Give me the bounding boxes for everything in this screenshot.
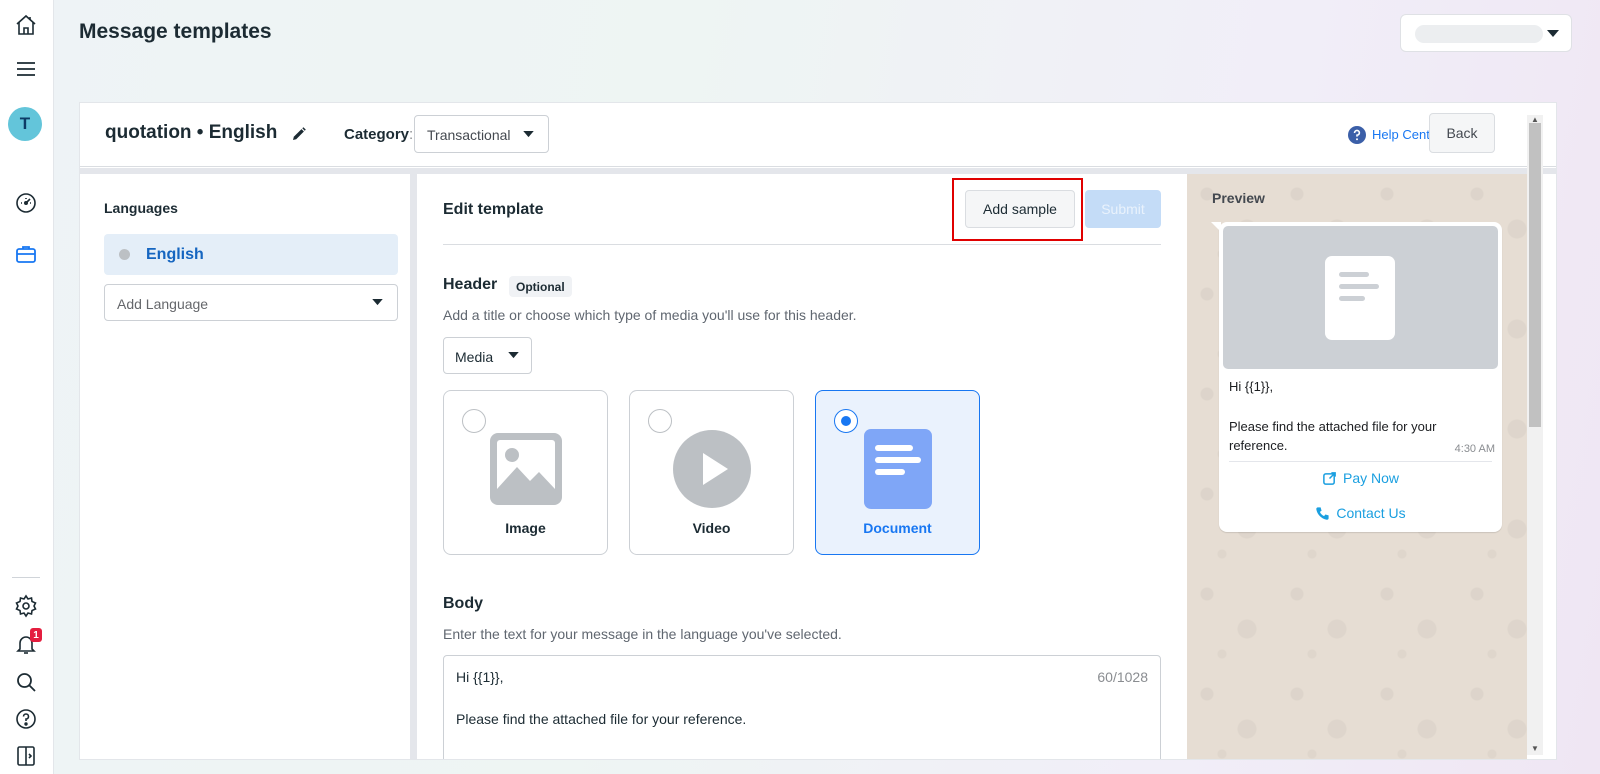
pay-now-label: Pay Now <box>1342 470 1400 486</box>
scroll-down-arrow[interactable]: ▼ <box>1531 744 1539 753</box>
media-option-label: Video <box>692 520 731 536</box>
panel-toggle-icon[interactable] <box>10 740 42 772</box>
add-language-select[interactable]: Add Language <box>104 284 398 321</box>
external-link-icon <box>1323 471 1336 485</box>
pay-now-button[interactable]: Pay Now <box>1219 470 1502 486</box>
edit-template-title: Edit template <box>443 201 544 218</box>
image-icon <box>490 433 562 505</box>
preview-message: Please find the attached file for your r… <box>1229 419 1437 453</box>
media-option-label: Image <box>505 520 546 536</box>
category-label: Category: <box>344 126 414 143</box>
phone-icon <box>1316 506 1329 520</box>
scroll-thumb[interactable] <box>1529 123 1541 427</box>
pencil-icon[interactable] <box>291 126 307 142</box>
body-text-line: Hi {{1}}, <box>456 669 504 685</box>
preview-timestamp: 4:30 AM <box>1454 443 1495 455</box>
caret-down-icon <box>1547 30 1559 37</box>
category-value: Transactional <box>427 127 511 143</box>
help-icon[interactable] <box>10 703 42 735</box>
template-topbar: quotation • English Category: Transactio… <box>80 103 1556 167</box>
media-option-video[interactable]: Video <box>629 390 794 555</box>
optional-badge: Optional <box>509 276 572 297</box>
message-bubble: Hi {{1}}, Please find the attached file … <box>1219 222 1502 532</box>
back-button[interactable]: Back <box>1429 113 1495 153</box>
caret-down-icon <box>523 131 534 138</box>
page-title: Message templates <box>79 20 272 43</box>
status-dot <box>119 249 130 260</box>
body-text-line: Please find the attached file for your r… <box>456 711 747 727</box>
body-textarea[interactable]: Hi {{1}}, Please find the attached file … <box>443 655 1161 759</box>
template-name: quotation • English <box>105 122 278 143</box>
media-option-document[interactable]: Document <box>815 390 980 555</box>
document-icon <box>864 429 932 509</box>
body-section-label: Body <box>443 595 483 612</box>
rail-divider <box>12 577 40 578</box>
header-type-value: Media <box>455 349 494 365</box>
account-selector[interactable] <box>1400 14 1572 52</box>
category-select[interactable]: Transactional <box>414 115 549 153</box>
media-option-image[interactable]: Image <box>443 390 608 555</box>
edit-divider <box>443 244 1161 245</box>
notification-badge: 1 <box>30 628 42 642</box>
header-description: Add a title or choose which type of medi… <box>443 307 857 323</box>
contact-us-button[interactable]: Contact Us <box>1219 505 1502 521</box>
preview-panel: Preview Hi {{1}}, Please find the attach… <box>1187 174 1527 759</box>
language-item-english[interactable]: English <box>104 234 398 275</box>
contact-us-label: Contact Us <box>1336 505 1406 521</box>
avatar[interactable]: T <box>8 107 42 141</box>
play-icon <box>673 430 751 508</box>
dashboard-icon[interactable] <box>10 187 42 219</box>
edit-template-panel: Edit template Add sample Submit Header O… <box>417 174 1187 759</box>
template-editor-card: quotation • English Category: Transactio… <box>79 102 1557 760</box>
document-header-preview <box>1223 226 1498 369</box>
char-count: 60/1028 <box>1097 669 1148 685</box>
header-section-label: Header <box>443 276 498 293</box>
highlight-box <box>952 178 1083 241</box>
media-option-label: Document <box>863 520 932 536</box>
home-icon[interactable] <box>10 9 42 41</box>
preview-greeting: Hi {{1}}, <box>1229 379 1274 394</box>
add-language-placeholder: Add Language <box>117 296 209 312</box>
left-nav-rail: T 1 <box>0 0 54 774</box>
scrollbar[interactable]: ▲ ▼ <box>1527 115 1543 755</box>
submit-button[interactable]: Submit <box>1085 190 1161 228</box>
body-description: Enter the text for your message in the l… <box>443 626 842 642</box>
settings-icon[interactable] <box>10 590 42 622</box>
briefcase-icon[interactable] <box>10 238 42 270</box>
account-name-redacted <box>1415 25 1543 43</box>
radio-button[interactable] <box>648 409 672 433</box>
languages-panel: Languages English Add Language <box>80 174 410 759</box>
search-icon[interactable] <box>10 666 42 698</box>
language-item-label: English <box>146 246 204 263</box>
preview-title: Preview <box>1212 190 1265 206</box>
menu-icon[interactable] <box>10 53 42 85</box>
caret-down-icon <box>372 299 383 306</box>
column-separator <box>410 174 417 759</box>
help-circle-icon[interactable] <box>1348 126 1366 144</box>
document-icon <box>1325 256 1395 340</box>
preview-divider <box>1229 461 1492 462</box>
radio-button[interactable] <box>462 409 486 433</box>
header-type-select[interactable]: Media <box>443 337 532 374</box>
languages-title: Languages <box>104 200 178 216</box>
radio-button-selected[interactable] <box>834 409 858 433</box>
caret-down-icon <box>508 352 519 359</box>
